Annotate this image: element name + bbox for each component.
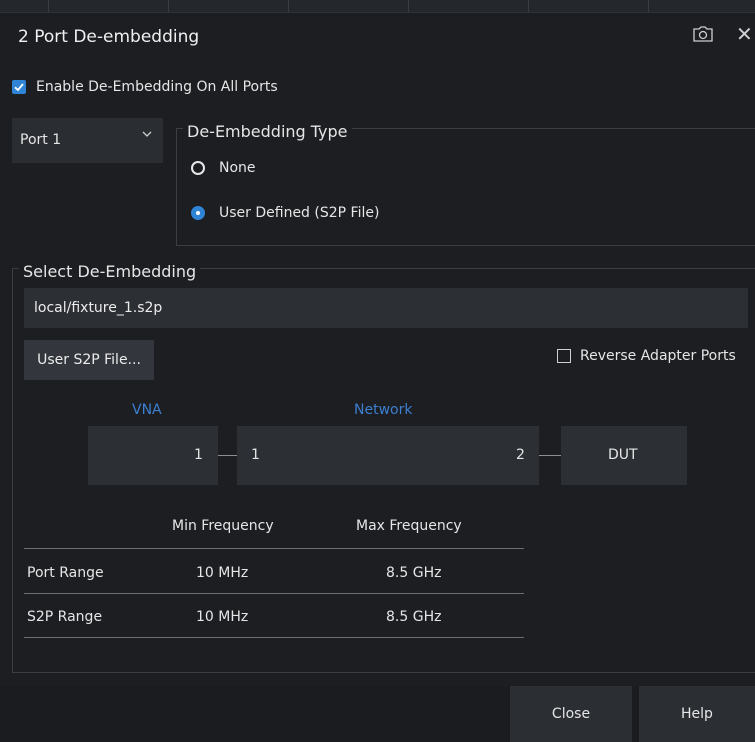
- diagram-wire: [539, 455, 561, 456]
- deembedding-type-group: [176, 128, 755, 246]
- select-deembedding-title: Select De-Embedding: [19, 262, 201, 281]
- chevron-down-icon: [141, 128, 153, 144]
- dialog-title: 2 Port De-embedding: [18, 27, 200, 47]
- enable-deembedding-checkbox[interactable]: [12, 80, 26, 94]
- table-cell-max: 8.5 GHz: [386, 565, 442, 581]
- diagram-wire: [218, 455, 237, 456]
- top-toolbar-strip: [0, 0, 755, 13]
- diagram-network-port-out: 2: [516, 447, 525, 463]
- table-header-max-frequency: Max Frequency: [356, 518, 462, 534]
- s2p-file-path-input[interactable]: [24, 288, 748, 328]
- radio-none[interactable]: [191, 161, 205, 175]
- table-divider: [24, 637, 524, 638]
- table-cell-min: 10 MHz: [196, 565, 249, 581]
- table-divider: [24, 548, 524, 549]
- enable-deembedding-label: Enable De-Embedding On All Ports: [36, 79, 278, 95]
- table-header-min-frequency: Min Frequency: [172, 518, 274, 534]
- diagram-dut-label: DUT: [608, 447, 638, 463]
- radio-none-label[interactable]: None: [219, 160, 256, 176]
- radio-user-defined[interactable]: [191, 206, 205, 220]
- table-row-label: S2P Range: [27, 609, 103, 625]
- diagram-vna-port: 1: [194, 447, 203, 463]
- camera-icon[interactable]: [692, 24, 714, 44]
- close-icon[interactable]: ✕: [736, 22, 753, 46]
- diagram-network-label: Network: [354, 402, 413, 418]
- deembedding-type-title: De-Embedding Type: [183, 122, 352, 141]
- reverse-adapter-ports-checkbox[interactable]: [557, 349, 571, 363]
- help-button[interactable]: Help: [639, 686, 755, 742]
- diagram-network-port-in: 1: [251, 447, 260, 463]
- table-row-label: Port Range: [27, 565, 104, 581]
- radio-user-defined-label[interactable]: User Defined (S2P File): [219, 205, 379, 221]
- port-select-value: Port 1: [20, 132, 62, 148]
- port-select-dropdown[interactable]: Port 1: [12, 118, 163, 163]
- reverse-adapter-ports-label: Reverse Adapter Ports: [580, 348, 736, 364]
- table-divider: [24, 593, 524, 594]
- close-button[interactable]: Close: [510, 686, 632, 742]
- table-cell-min: 10 MHz: [196, 609, 249, 625]
- user-s2p-file-button[interactable]: User S2P File...: [24, 340, 154, 380]
- table-cell-max: 8.5 GHz: [386, 609, 442, 625]
- diagram-vna-label: VNA: [132, 402, 162, 418]
- diagram-network-box: [237, 426, 539, 485]
